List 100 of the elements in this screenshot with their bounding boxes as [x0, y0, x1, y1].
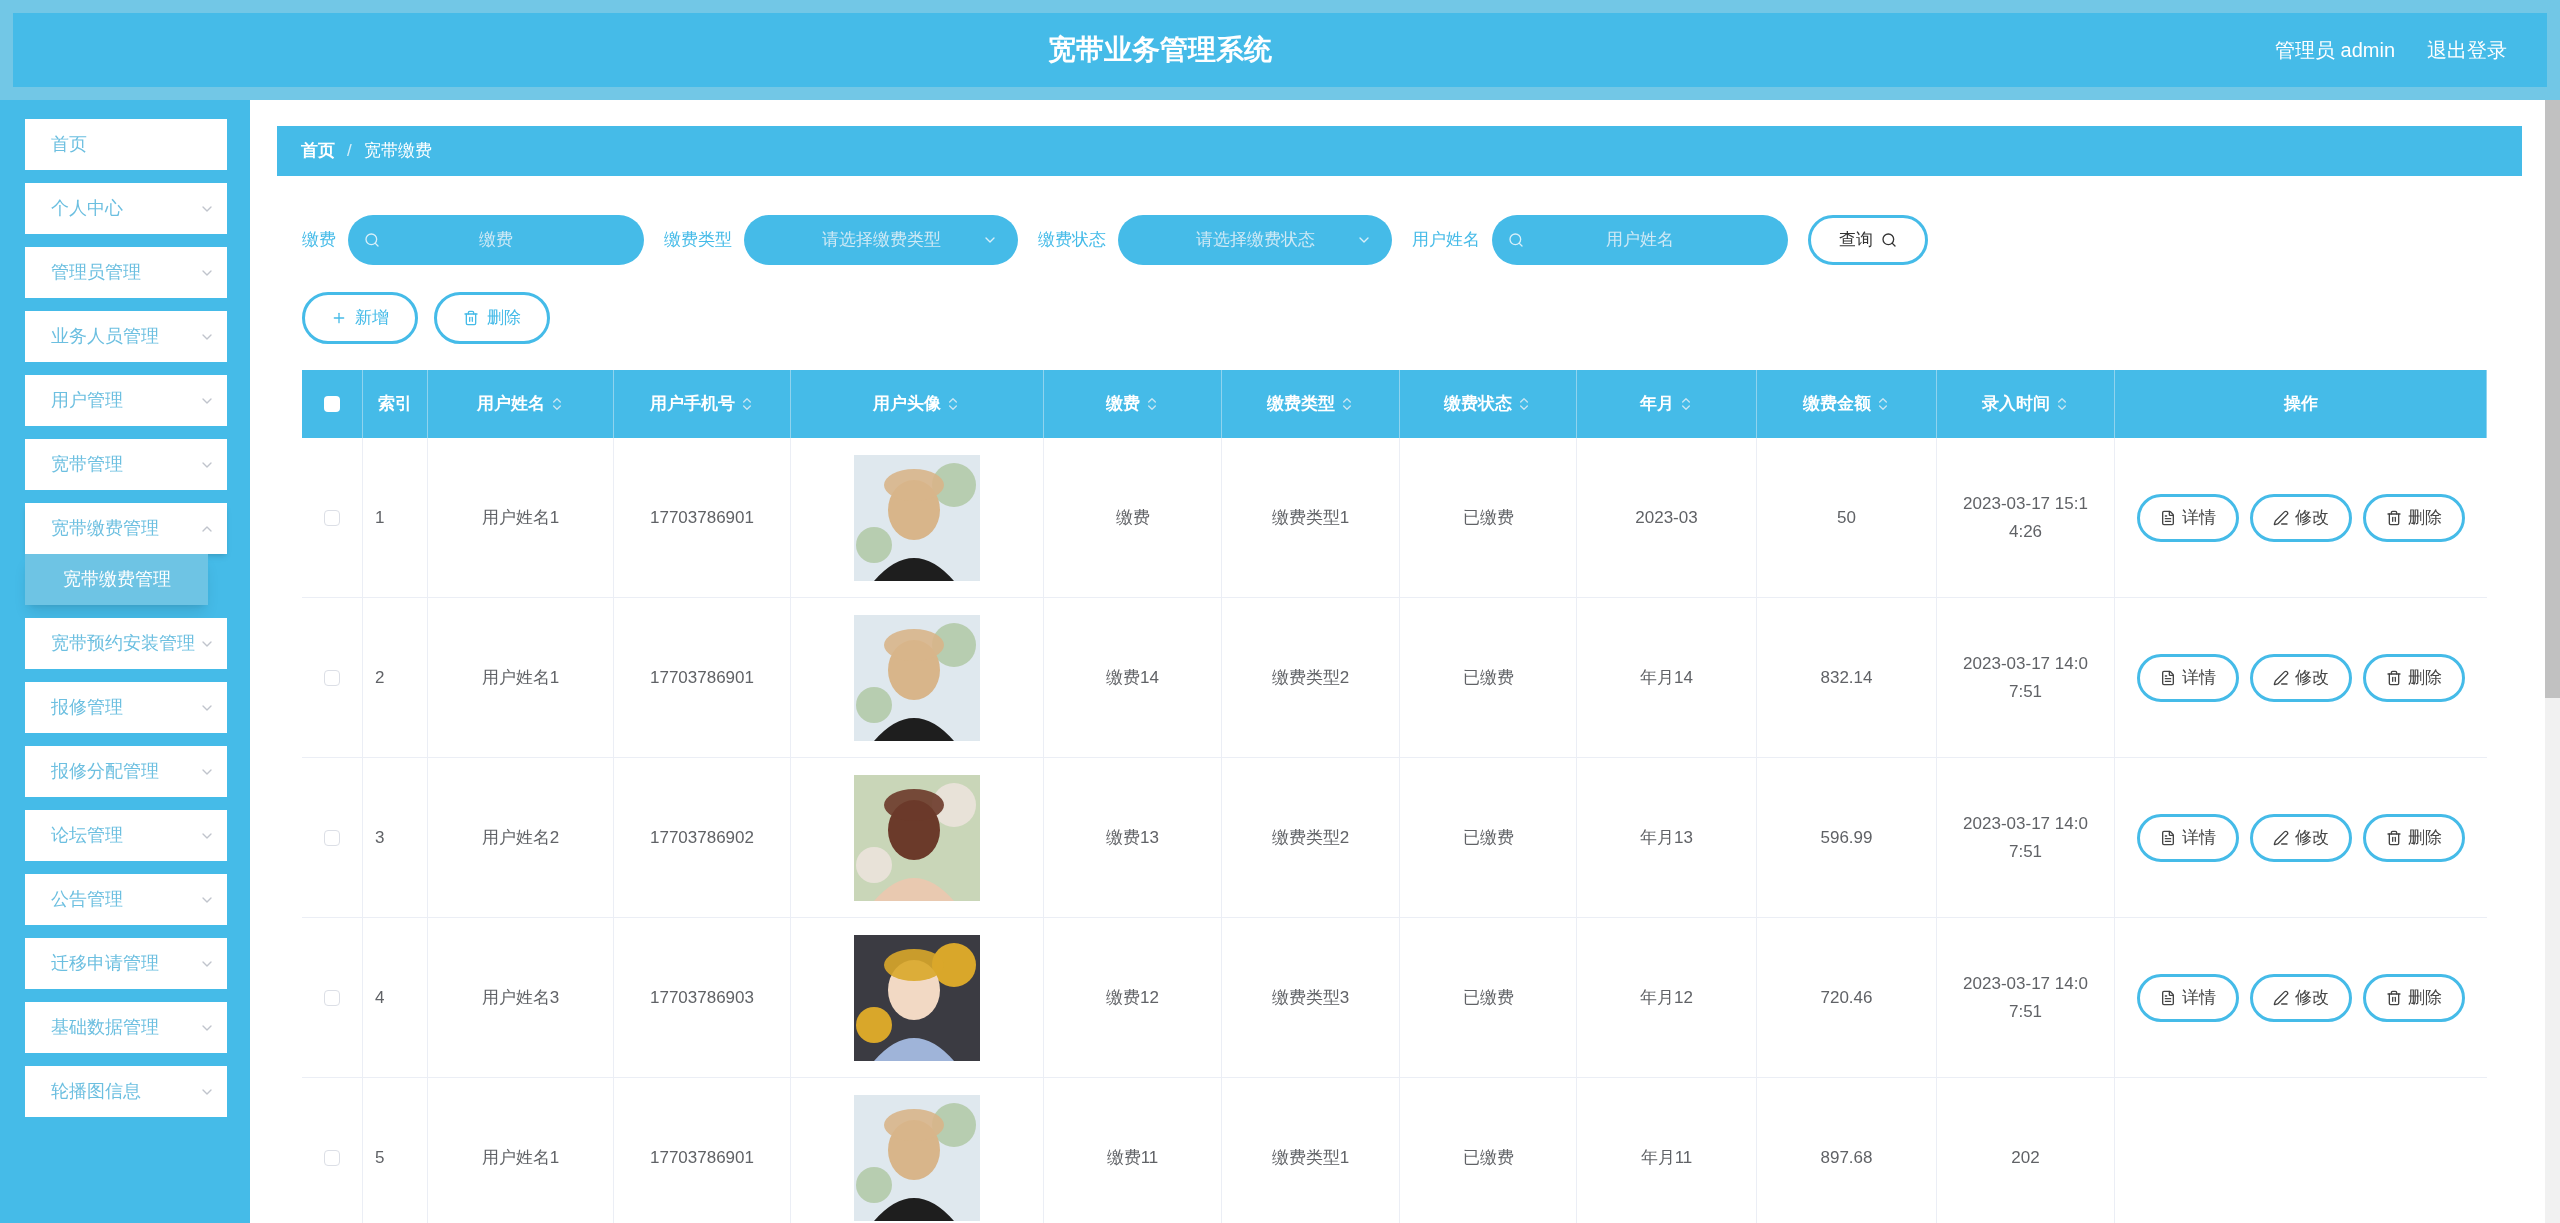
delete-button[interactable]: 删除: [2363, 493, 2465, 542]
table-cell-text: 17703786901: [650, 506, 754, 529]
edit-button[interactable]: 修改: [2250, 493, 2352, 542]
sidebar-item[interactable]: 论坛管理: [25, 810, 227, 861]
sidebar-item[interactable]: 用户管理: [25, 375, 227, 426]
sidebar-item[interactable]: 宽带预约安装管理: [25, 618, 227, 669]
table-cell-text: 2023-03-17 14:0 7:51: [1963, 652, 2088, 703]
table-cell-text: 897.68: [1820, 1146, 1873, 1169]
table-cell-text: 用户姓名3: [481, 986, 560, 1009]
table-cell-text: 缴费类型1: [1271, 1146, 1350, 1169]
table-cell-text: 缴费12: [1106, 986, 1159, 1009]
table-cell-text: 2023-03-17 14:0 7:51: [1963, 812, 2088, 863]
table-cell-text: 已缴费: [1462, 826, 1514, 849]
column-header[interactable]: 用户手机号: [649, 391, 755, 417]
search-icon: [1508, 232, 1524, 248]
detail-button[interactable]: 详情: [2137, 493, 2239, 542]
search-field[interactable]: 缴费: [348, 215, 644, 265]
breadcrumb-link[interactable]: 宽带缴费: [363, 138, 432, 164]
detail-button[interactable]: 详情: [2137, 973, 2239, 1022]
search-field[interactable]: 用户姓名: [1492, 215, 1788, 265]
document-icon: [2160, 989, 2176, 1006]
sidebar-item[interactable]: 宽带缴费管理: [25, 503, 227, 554]
edit-icon: [2273, 989, 2289, 1006]
sidebar-item[interactable]: 宽带管理: [25, 439, 227, 490]
delete-button[interactable]: 删除: [434, 292, 550, 344]
sidebar-item[interactable]: 首页: [25, 119, 227, 170]
table-cell-text: 缴费13: [1106, 826, 1159, 849]
column-header[interactable]: 用户姓名: [476, 391, 565, 417]
delete-button[interactable]: 删除: [2363, 653, 2465, 702]
table-cell-text: 缴费: [1115, 506, 1150, 529]
table-cell-text: 832.14: [1820, 666, 1873, 689]
add-button[interactable]: 新增: [302, 292, 418, 344]
column-header[interactable]: 缴费类型: [1266, 391, 1355, 417]
document-icon: [2160, 509, 2176, 526]
select-all-checkbox[interactable]: [324, 396, 340, 412]
column-header[interactable]: 操作: [2283, 391, 2318, 417]
sidebar-item[interactable]: 轮播图信息: [25, 1066, 227, 1117]
table-cell-text: 720.46: [1820, 986, 1873, 1009]
filter-label: 缴费状态: [1038, 229, 1106, 252]
detail-button[interactable]: 详情: [2137, 653, 2239, 702]
table-cell-text: 缴费类型2: [1271, 826, 1350, 849]
table-cell-text: 4: [375, 986, 385, 1009]
table-cell-text: 17703786902: [650, 826, 754, 849]
trash-icon: [463, 310, 479, 326]
sidebar-item[interactable]: 业务人员管理: [25, 311, 227, 362]
column-header[interactable]: 年月: [1639, 391, 1694, 417]
edit-button[interactable]: 修改: [2250, 813, 2352, 862]
table-cell-text: 已缴费: [1462, 1146, 1514, 1169]
table-cell-text: 年月12: [1640, 986, 1693, 1009]
table-cell-text: 5: [375, 1146, 385, 1169]
table-cell-text: 缴费类型1: [1271, 506, 1350, 529]
table-cell-text: 年月11: [1640, 1146, 1693, 1169]
sidebar-item[interactable]: 报修分配管理: [25, 746, 227, 797]
table-cell-text: 2023-03-17 15:1 4:26: [1963, 492, 2088, 543]
delete-button[interactable]: 删除: [2363, 973, 2465, 1022]
submenu-item[interactable]: 宽带缴费管理: [25, 554, 208, 605]
table-cell-text: 用户姓名1: [481, 666, 560, 689]
document-icon: [2160, 669, 2176, 686]
row-checkbox[interactable]: [324, 509, 340, 526]
row-checkbox[interactable]: [324, 669, 340, 686]
query-button[interactable]: 查询: [1808, 215, 1928, 265]
app-title: 宽带业务管理系统: [1048, 33, 1272, 67]
edit-icon: [2273, 829, 2289, 846]
sidebar-item[interactable]: 公告管理: [25, 874, 227, 925]
detail-button[interactable]: 详情: [2137, 813, 2239, 862]
column-header[interactable]: 索引: [378, 391, 412, 417]
row-checkbox[interactable]: [324, 1149, 340, 1166]
sidebar-item[interactable]: 基础数据管理: [25, 1002, 227, 1053]
edit-button[interactable]: 修改: [2250, 653, 2352, 702]
sidebar-item[interactable]: 报修管理: [25, 682, 227, 733]
table-cell-text: 缴费14: [1106, 666, 1159, 689]
user-label: 管理员 admin: [2274, 38, 2395, 63]
document-icon: [2160, 829, 2176, 846]
column-header[interactable]: 用户头像: [873, 391, 961, 417]
column-header[interactable]: 缴费状态: [1444, 391, 1532, 417]
table-cell-text: 缴费类型3: [1271, 986, 1350, 1009]
row-checkbox[interactable]: [324, 989, 340, 1006]
column-header[interactable]: 缴费金额: [1802, 391, 1891, 417]
sidebar-item[interactable]: 个人中心: [25, 183, 227, 234]
delete-button[interactable]: 删除: [2363, 813, 2465, 862]
select-field[interactable]: 请选择缴费状态: [1118, 215, 1392, 265]
table-cell-text: 202: [2011, 1146, 2040, 1169]
edit-icon: [2273, 509, 2289, 526]
filter-label: 缴费: [302, 229, 336, 252]
sidebar-item[interactable]: 迁移申请管理: [25, 938, 227, 989]
edit-button[interactable]: 修改: [2250, 973, 2352, 1022]
sidebar-item[interactable]: 管理员管理: [25, 247, 227, 298]
column-header[interactable]: 缴费: [1105, 391, 1160, 417]
table-cell-text: 已缴费: [1462, 986, 1514, 1009]
select-field[interactable]: 请选择缴费类型: [744, 215, 1018, 265]
table-cell-text: 2: [375, 666, 385, 689]
table-cell-text: 用户姓名1: [481, 1146, 560, 1169]
column-header[interactable]: 录入时间: [1981, 391, 2070, 417]
row-checkbox[interactable]: [324, 829, 340, 846]
table-cell-text: 已缴费: [1462, 506, 1514, 529]
search-icon: [364, 232, 380, 248]
logout-link[interactable]: 退出登录: [2427, 35, 2507, 65]
scrollbar[interactable]: [2545, 100, 2560, 1223]
table-cell-text: 17703786901: [650, 1146, 754, 1169]
breadcrumb-link[interactable]: 首页: [301, 138, 335, 164]
